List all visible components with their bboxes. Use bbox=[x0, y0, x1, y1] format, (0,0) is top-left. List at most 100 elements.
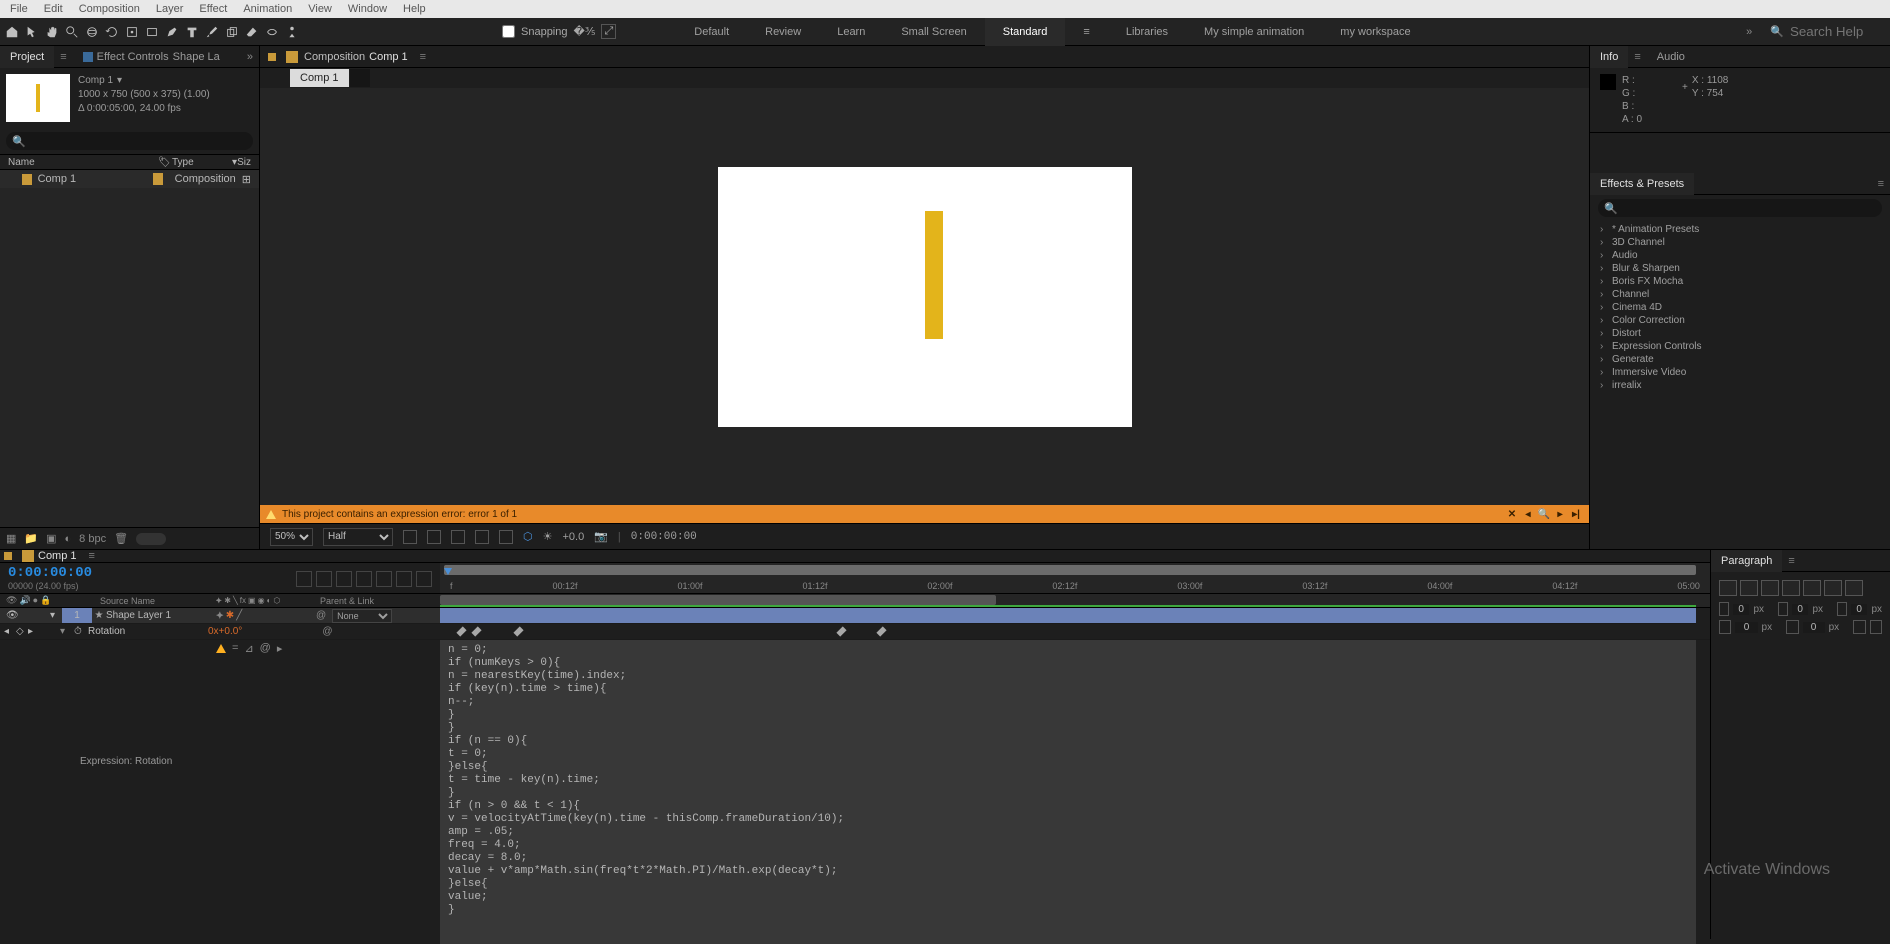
keyframe-row[interactable] bbox=[440, 624, 1710, 640]
clone-tool-icon[interactable] bbox=[222, 22, 242, 42]
comp-tab-menu-icon[interactable]: ≡ bbox=[414, 51, 432, 63]
col-type[interactable]: Type bbox=[172, 157, 232, 168]
effect-category[interactable]: Blur & Sharpen bbox=[1590, 262, 1890, 275]
label-icon[interactable]: 🏷 bbox=[158, 157, 172, 168]
orbit-tool-icon[interactable] bbox=[82, 22, 102, 42]
canvas[interactable] bbox=[718, 167, 1132, 427]
new-comp-icon[interactable]: ▣ bbox=[46, 532, 56, 545]
search-help-input[interactable] bbox=[1790, 24, 1880, 39]
indent-right-value[interactable]: 0 bbox=[1851, 604, 1868, 615]
expression-editor[interactable]: n = 0; if (numKeys > 0){ n = nearestKey(… bbox=[440, 640, 1696, 944]
snapping-expand-icon[interactable]: ⤢ bbox=[601, 24, 616, 39]
brainstorm-icon[interactable] bbox=[396, 571, 412, 587]
snapping-options-icon[interactable]: �⅗ bbox=[574, 25, 596, 38]
timeline-marker-icon[interactable] bbox=[4, 552, 12, 560]
snapping-checkbox[interactable] bbox=[502, 25, 515, 38]
effect-category[interactable]: 3D Channel bbox=[1590, 236, 1890, 249]
effects-menu-icon[interactable]: ≡ bbox=[1872, 178, 1890, 190]
effect-category[interactable]: Boris FX Mocha bbox=[1590, 275, 1890, 288]
indent-first-icon[interactable] bbox=[1778, 602, 1788, 616]
workspace-learn[interactable]: Learn bbox=[819, 18, 883, 46]
effect-category[interactable]: Audio bbox=[1590, 249, 1890, 262]
keyframe[interactable] bbox=[471, 626, 481, 636]
expression-warning-icon[interactable] bbox=[216, 644, 226, 653]
eye-icon[interactable]: 👁 bbox=[6, 610, 19, 621]
brush-tool-icon[interactable] bbox=[202, 22, 222, 42]
menu-window[interactable]: Window bbox=[340, 3, 395, 15]
expression-language-icon[interactable]: ▸ bbox=[277, 642, 283, 655]
menu-effect[interactable]: Effect bbox=[191, 3, 235, 15]
shape-layer-rect[interactable] bbox=[925, 211, 943, 339]
col-name[interactable]: Name bbox=[8, 157, 158, 168]
effect-category[interactable]: Immersive Video bbox=[1590, 366, 1890, 379]
speaker-col-icon[interactable]: 🔊 bbox=[19, 595, 30, 606]
camera-icon[interactable] bbox=[403, 530, 417, 544]
menu-animation[interactable]: Animation bbox=[235, 3, 300, 15]
indent-right-icon[interactable] bbox=[1837, 602, 1847, 616]
zoom-tool-icon[interactable] bbox=[62, 22, 82, 42]
keyframe[interactable] bbox=[456, 626, 466, 636]
paragraph-tab[interactable]: Paragraph bbox=[1711, 550, 1782, 572]
pen-tool-icon[interactable] bbox=[162, 22, 182, 42]
work-area-bar[interactable] bbox=[440, 595, 996, 605]
timeline-tab[interactable]: Comp 1 bbox=[38, 550, 77, 562]
snapshot-icon[interactable]: 📷 bbox=[594, 530, 608, 543]
kf-nav-next-icon[interactable]: ▸ bbox=[28, 626, 33, 637]
indent-left-icon[interactable] bbox=[1719, 602, 1729, 616]
kf-add-icon[interactable]: ◇ bbox=[16, 626, 24, 637]
trash-icon[interactable]: 🗑 bbox=[114, 532, 128, 545]
effect-category[interactable]: irrealix bbox=[1590, 379, 1890, 392]
menu-layer[interactable]: Layer bbox=[148, 3, 192, 15]
lock-col-icon[interactable]: 🔒 bbox=[40, 595, 51, 606]
info-tab[interactable]: Info bbox=[1590, 46, 1628, 68]
timeline-menu-icon[interactable]: ≡ bbox=[83, 550, 101, 562]
project-item[interactable]: Comp 1 Composition ⊞ bbox=[0, 170, 259, 188]
kf-nav-prev-icon[interactable]: ◂ bbox=[4, 626, 9, 637]
col-parent[interactable]: Parent & Link bbox=[320, 596, 374, 606]
effects-search[interactable]: 🔍 bbox=[1598, 199, 1882, 217]
stopwatch-icon[interactable]: ⏱ bbox=[74, 626, 88, 637]
project-tab[interactable]: Project bbox=[0, 46, 54, 68]
search-help[interactable]: 🔍 bbox=[1760, 24, 1890, 39]
eye-col-icon[interactable]: 👁 bbox=[6, 595, 17, 606]
flowchart-icon[interactable]: ⊞ bbox=[242, 173, 251, 186]
workspace-default[interactable]: Default bbox=[676, 18, 747, 46]
property-row[interactable]: ◂ ◇ ▸ ▾ ⏱ Rotation 0x+0.0° @ bbox=[0, 624, 440, 640]
selection-tool-icon[interactable] bbox=[22, 22, 42, 42]
exposure-icon[interactable]: ☀ bbox=[543, 530, 553, 543]
effects-presets-tab[interactable]: Effects & Presets bbox=[1590, 173, 1694, 195]
comp-tab-label[interactable]: Composition bbox=[304, 51, 365, 63]
comp-breadcrumb[interactable]: Comp 1 bbox=[290, 69, 349, 87]
error-reveal-icon[interactable]: 🔍 bbox=[1537, 509, 1551, 520]
text-tool-icon[interactable] bbox=[182, 22, 202, 42]
align-center-icon[interactable] bbox=[1740, 580, 1758, 596]
justify-last-center-icon[interactable] bbox=[1803, 580, 1821, 596]
shy-icon[interactable] bbox=[316, 571, 332, 587]
zoom-select[interactable]: 50% bbox=[270, 528, 313, 546]
property-value[interactable]: 0x+0.0° bbox=[208, 626, 242, 637]
roi-icon[interactable] bbox=[475, 530, 489, 544]
time-ruler[interactable]: f00:12f01:00f01:12f02:00f02:12f03:00f03:… bbox=[440, 563, 1710, 593]
expression-enable-icon[interactable]: = bbox=[232, 642, 238, 654]
expression-pickwhip-icon[interactable]: @ bbox=[260, 642, 271, 654]
interpret-icon[interactable]: ▦ bbox=[6, 532, 16, 545]
render-icon[interactable] bbox=[416, 571, 432, 587]
indent-left-value[interactable]: 0 bbox=[1733, 604, 1750, 615]
ltr-icon[interactable] bbox=[1853, 620, 1865, 634]
keyframe[interactable] bbox=[513, 626, 523, 636]
keyframe[interactable] bbox=[836, 626, 846, 636]
workspace-standard[interactable]: Standard bbox=[985, 18, 1066, 46]
effect-category[interactable]: Expression Controls bbox=[1590, 340, 1890, 353]
graph-editor-icon[interactable] bbox=[376, 571, 392, 587]
overflow-icon[interactable]: » bbox=[1738, 26, 1760, 38]
parent-select[interactable]: None bbox=[332, 609, 392, 623]
folder-icon[interactable]: 📁 bbox=[24, 532, 38, 545]
audio-tab[interactable]: Audio bbox=[1647, 46, 1695, 68]
effect-category[interactable]: Cinema 4D bbox=[1590, 301, 1890, 314]
col-source-name[interactable]: Source Name bbox=[100, 596, 210, 606]
workspace-my-simple-animation[interactable]: My simple animation bbox=[1186, 18, 1322, 46]
transparency-grid-icon[interactable] bbox=[427, 530, 441, 544]
snapping-toggle[interactable]: Snapping �⅗ ⤢ bbox=[502, 24, 616, 39]
justify-last-left-icon[interactable] bbox=[1782, 580, 1800, 596]
keyframe[interactable] bbox=[876, 626, 886, 636]
